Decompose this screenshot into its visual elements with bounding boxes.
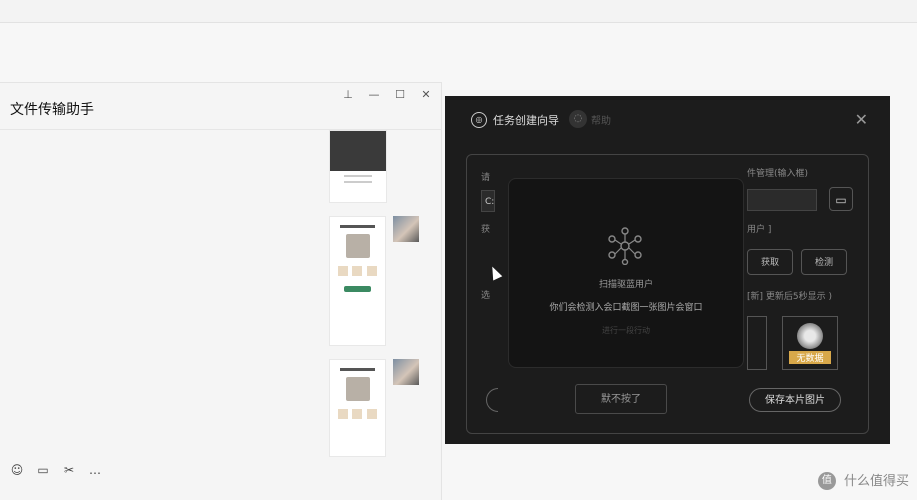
scissors-icon[interactable]: ✂ [62, 463, 76, 477]
dir-hint: 件管理(输入框) [747, 169, 809, 179]
thumb-line [344, 175, 372, 177]
top-strip [0, 0, 917, 23]
window-controls: ⊥ — ☐ ✕ [339, 87, 435, 103]
refresh-hint: [新] 更新后5秒显示 ) [747, 292, 832, 302]
dialog-close-icon[interactable]: ✕ [855, 110, 868, 129]
thumb-icon-row [336, 266, 379, 276]
row-label-1: 获 [481, 225, 491, 235]
avatar[interactable] [393, 359, 419, 385]
avatar[interactable] [393, 216, 419, 242]
chat-bubble-icon[interactable]: … [88, 463, 102, 477]
get-button[interactable]: 获取 [747, 249, 793, 275]
close-icon[interactable]: ✕ [417, 87, 435, 103]
row-label-2: 选 [481, 291, 491, 301]
thumb-title-line [340, 368, 375, 371]
watermark-logo: 值 [817, 472, 836, 490]
message-image-2[interactable] [329, 216, 386, 346]
task-wizard-dialog: ◎ 任务创建向导 ◌ 帮助 ✕ 请 C: 件管理(输入框) ▭ 获 用户 ] 获… [445, 96, 890, 444]
tab-help[interactable]: ◌ 帮助 [569, 110, 611, 128]
directory-input[interactable] [747, 189, 817, 211]
thumb-photo [345, 377, 370, 401]
thumb-icon-row [336, 409, 379, 419]
lightbulb-icon: ◌ [569, 110, 587, 128]
chat-title: 文件传输助手 [10, 102, 94, 118]
maximize-icon[interactable]: ☐ [391, 87, 409, 103]
thumb-photo [345, 234, 370, 258]
modal-link[interactable]: 进行一段行动 [509, 325, 743, 336]
no-data-image [797, 323, 823, 349]
tab-wizard-label: 任务创建向导 [493, 114, 559, 127]
folder-icon[interactable]: ▭ [36, 463, 50, 477]
chat-window: ⊥ — ☐ ✕ 文件传输助手 ☺ ▭ ✂ … [0, 82, 442, 500]
no-data-label: 无数据 [789, 351, 831, 364]
modal-cancel-button[interactable]: 默不按了 [575, 384, 667, 414]
modal-description: 你们会检测入会口截图一张图片会窗口 [549, 303, 703, 313]
watermark: 值 什么值得买 [817, 470, 909, 490]
network-icon [608, 227, 642, 265]
scan-modal: 扫描驱蓝用户 你们会检测入会口截图一张图片会窗口 进行一段行动 [508, 178, 744, 368]
thumb-line [344, 181, 372, 183]
thumb-green-button [344, 286, 371, 292]
path-input[interactable]: C: [481, 190, 495, 212]
tab-wizard[interactable]: ◎ 任务创建向导 [471, 112, 559, 128]
check-button[interactable]: 检测 [801, 249, 847, 275]
save-image-button[interactable]: 保存本片图片 [749, 388, 841, 412]
watermark-text: 什么值得买 [843, 473, 909, 489]
minimize-icon[interactable]: — [365, 87, 383, 103]
chat-toolbar: ☺ ▭ ✂ … [10, 463, 102, 477]
screenshot-dark-area [330, 131, 386, 171]
wizard-icon: ◎ [471, 112, 487, 128]
tab-help-label: 帮助 [591, 115, 611, 127]
user-hint: 用户 ] [747, 225, 772, 235]
thumb-title-line [340, 225, 375, 228]
pin-icon[interactable]: ⊥ [339, 87, 357, 103]
emoji-icon[interactable]: ☺ [10, 463, 24, 477]
path-label: 请 [481, 173, 491, 183]
no-data-card[interactable]: 无数据 [782, 316, 838, 370]
modal-title: 扫描驱蓝用户 [598, 280, 653, 290]
folder-icon[interactable]: ▭ [829, 187, 853, 211]
message-image-3[interactable] [329, 359, 386, 457]
result-card-partial[interactable] [747, 316, 767, 370]
message-image-1[interactable] [329, 130, 387, 203]
